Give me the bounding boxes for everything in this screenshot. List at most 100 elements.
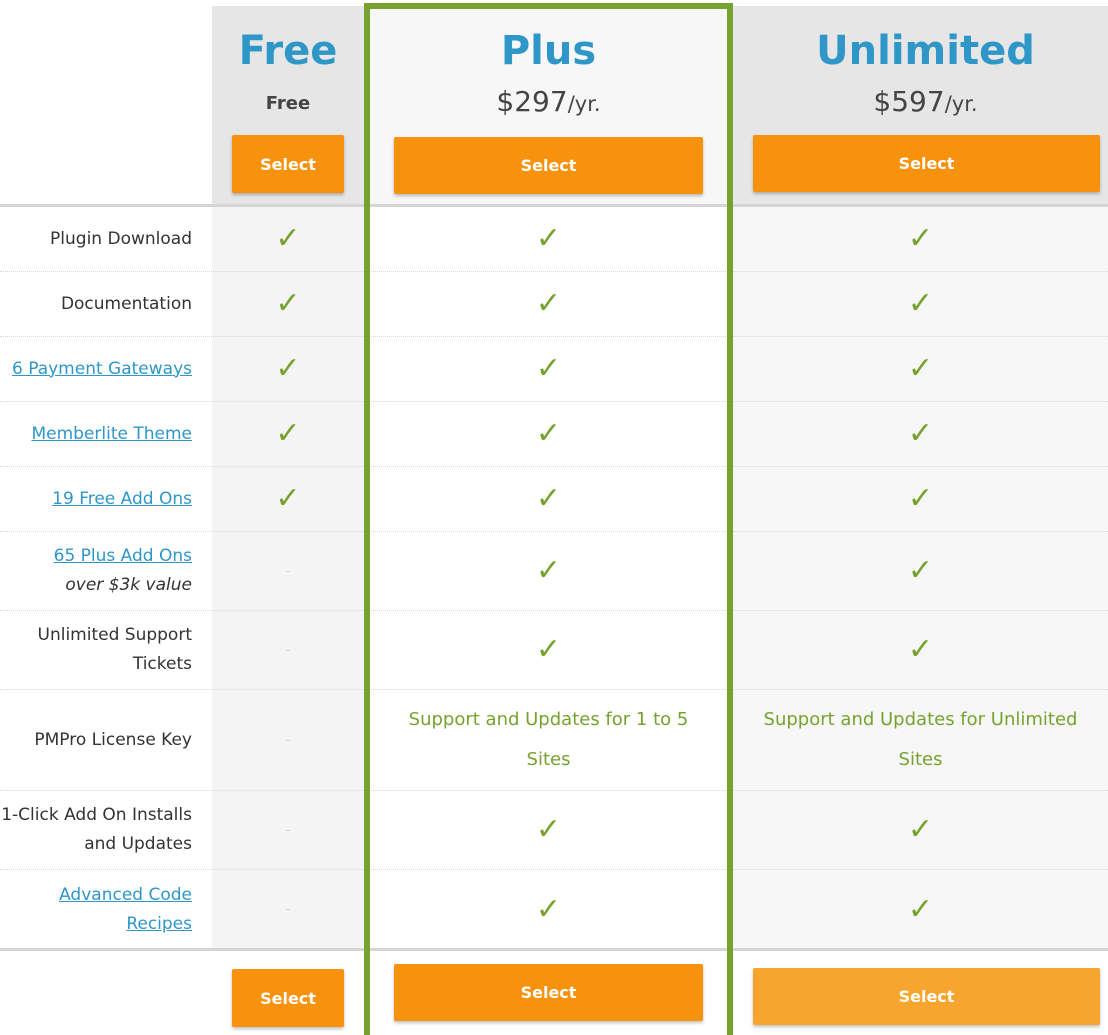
- select-unlimited-button-top[interactable]: Select: [753, 135, 1100, 192]
- feature-label: Memberlite Theme: [0, 402, 192, 466]
- feature-cell-free: -: [212, 870, 364, 949]
- check-icon: ✓: [907, 891, 934, 927]
- feature-row: Unlimited Support Tickets - ✓ ✓: [0, 611, 1108, 690]
- feature-cell-plus: Support and Updates for 1 to 5 Sites: [370, 690, 727, 790]
- feature-cell-plus: ✓: [370, 791, 727, 869]
- dash-icon: -: [285, 732, 291, 748]
- feature-cell-free: ✓: [212, 467, 364, 531]
- feature-label: Unlimited Support Tickets: [0, 611, 192, 689]
- check-icon: ✓: [275, 221, 301, 256]
- check-icon: ✓: [535, 891, 562, 927]
- feature-cell-free: ✓: [212, 337, 364, 401]
- feature-cell-free: -: [212, 690, 364, 790]
- check-icon: ✓: [535, 351, 562, 386]
- check-icon: ✓: [907, 632, 934, 667]
- feature-label-text: PMPro License Key: [34, 729, 192, 750]
- check-icon: ✓: [535, 416, 562, 451]
- price-period: /yr.: [944, 92, 978, 116]
- check-icon: ✓: [275, 351, 301, 386]
- price-period: /yr.: [567, 92, 601, 116]
- feature-link[interactable]: Memberlite Theme: [31, 420, 192, 449]
- feature-row: Plugin Download ✓ ✓ ✓: [0, 207, 1108, 272]
- feature-label: Plugin Download: [0, 207, 192, 271]
- dash-icon: -: [285, 822, 291, 838]
- feature-cell-unlimited: ✓: [733, 870, 1108, 949]
- feature-cell-plus: ✓: [370, 870, 727, 949]
- feature-label: Advanced Code Recipes: [0, 870, 192, 949]
- plan-name-free: Free: [238, 28, 338, 74]
- check-icon: ✓: [907, 351, 934, 386]
- check-icon: ✓: [535, 286, 562, 321]
- feature-cell-unlimited: ✓: [733, 207, 1108, 271]
- feature-row: Advanced Code Recipes - ✓ ✓: [0, 870, 1108, 949]
- feature-cell-unlimited: ✓: [733, 611, 1108, 689]
- feature-cell-plus: ✓: [370, 337, 727, 401]
- feature-label: 19 Free Add Ons: [0, 467, 192, 531]
- feature-label: Documentation: [0, 272, 192, 336]
- check-icon: ✓: [535, 221, 562, 256]
- check-icon: ✓: [907, 481, 934, 516]
- feature-cell-plus: ✓: [370, 467, 727, 531]
- feature-cell-free: ✓: [212, 402, 364, 466]
- price-amount: $297: [496, 85, 568, 118]
- feature-row: 6 Payment Gateways ✓ ✓ ✓: [0, 337, 1108, 402]
- feature-link[interactable]: 6 Payment Gateways: [12, 355, 192, 384]
- plan-price-unlimited: $597/yr.: [733, 84, 1108, 122]
- feature-cell-plus: ✓: [370, 272, 727, 336]
- dash-icon: -: [285, 563, 291, 579]
- feature-cell-unlimited: ✓: [733, 402, 1108, 466]
- check-icon: ✓: [275, 286, 301, 321]
- feature-row: 19 Free Add Ons ✓ ✓ ✓: [0, 467, 1108, 532]
- feature-cell-unlimited: ✓: [733, 467, 1108, 531]
- check-icon: ✓: [535, 553, 562, 588]
- feature-label-text: Plugin Download: [50, 228, 192, 249]
- feature-row: Memberlite Theme ✓ ✓ ✓: [0, 402, 1108, 467]
- plan-name-unlimited: Unlimited: [816, 28, 1035, 74]
- feature-row: PMPro License Key - Support and Updates fo…: [0, 690, 1108, 791]
- check-icon: ✓: [535, 632, 562, 667]
- plan-price-free: Free: [212, 86, 364, 122]
- feature-label-text: 1-Click Add On Installs and Updates: [1, 805, 192, 854]
- select-unlimited-button-bottom[interactable]: Select: [753, 968, 1100, 1025]
- feature-cell-free: -: [212, 791, 364, 869]
- feature-note: over $3k value: [65, 575, 192, 595]
- feature-label-text: Unlimited Support Tickets: [37, 625, 192, 674]
- check-icon: ✓: [907, 221, 934, 256]
- feature-cell-plus: ✓: [370, 207, 727, 271]
- check-icon: ✓: [535, 812, 562, 847]
- price-amount: $597: [873, 85, 945, 118]
- check-icon: ✓: [275, 416, 301, 451]
- check-icon: ✓: [275, 481, 301, 516]
- select-plus-button-top[interactable]: Select: [394, 137, 703, 194]
- select-free-button-top[interactable]: Select: [232, 135, 344, 193]
- feature-cell-free: ✓: [212, 207, 364, 271]
- feature-label: 6 Payment Gateways: [0, 337, 192, 401]
- feature-cell-unlimited: ✓: [733, 337, 1108, 401]
- feature-row: 1-Click Add On Installs and Updates - ✓ ✓: [0, 791, 1108, 870]
- feature-link[interactable]: Advanced Code Recipes: [0, 881, 192, 939]
- feature-label: 1-Click Add On Installs and Updates: [0, 791, 192, 869]
- feature-cell-plus: ✓: [370, 532, 727, 610]
- select-free-button-bottom[interactable]: Select: [232, 969, 344, 1027]
- check-icon: ✓: [907, 553, 934, 588]
- plan-name-plus: Plus: [500, 28, 597, 74]
- select-plus-button-bottom[interactable]: Select: [394, 964, 703, 1021]
- feature-cell-free: -: [212, 611, 364, 689]
- feature-cell-unlimited: Support and Updates for Unlimited Sites: [733, 690, 1108, 790]
- plan-price-plus: $297/yr.: [370, 84, 727, 122]
- license-text: Support and Updates for Unlimited Sites: [763, 709, 1078, 770]
- feature-link[interactable]: 19 Free Add Ons: [52, 485, 192, 514]
- feature-cell-plus: ✓: [370, 402, 727, 466]
- check-icon: ✓: [907, 812, 934, 847]
- feature-cell-plus: ✓: [370, 611, 727, 689]
- check-icon: ✓: [907, 416, 934, 451]
- feature-cell-free: -: [212, 532, 364, 610]
- dash-icon: -: [285, 642, 291, 658]
- price-amount: Free: [265, 93, 311, 114]
- feature-cell-free: ✓: [212, 272, 364, 336]
- feature-link[interactable]: 65 Plus Add Ons: [54, 542, 192, 571]
- feature-label: 65 Plus Add Ons over $3k value: [0, 532, 192, 610]
- check-icon: ✓: [535, 481, 562, 516]
- feature-label-text: Documentation: [60, 293, 192, 314]
- feature-cell-unlimited: ✓: [733, 532, 1108, 610]
